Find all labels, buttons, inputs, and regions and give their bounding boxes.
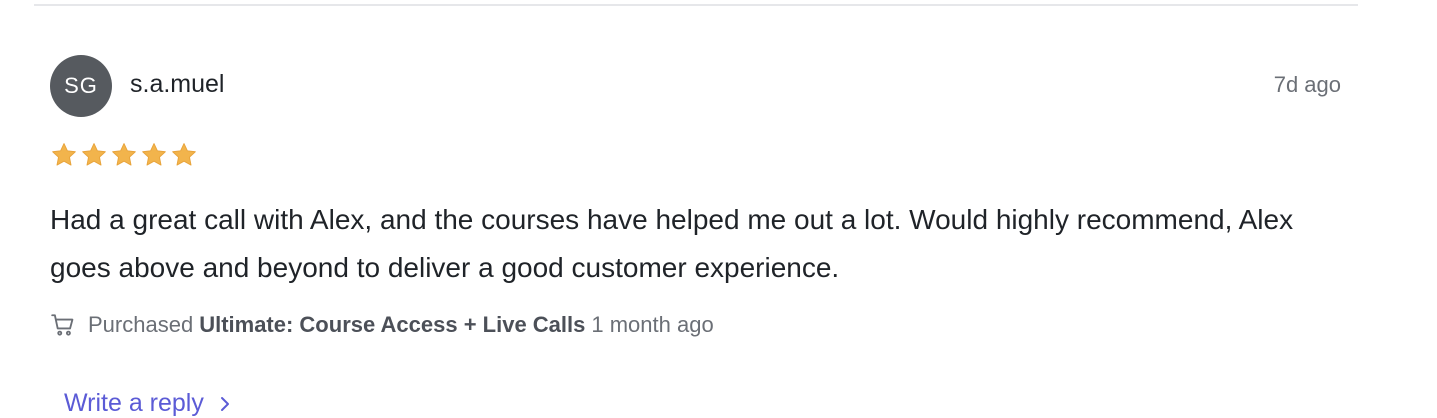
avatar-initials: SG bbox=[64, 73, 98, 98]
review-body: Had a great call with Alex, and the cour… bbox=[50, 204, 1294, 283]
star-icon bbox=[110, 141, 138, 169]
reviewer-name[interactable]: s.a.muel bbox=[130, 70, 224, 99]
cart-icon bbox=[50, 312, 76, 338]
star-icon bbox=[80, 141, 108, 169]
star-icon bbox=[50, 141, 78, 169]
purchase-info: Purchased Ultimate: Course Access + Live… bbox=[50, 312, 714, 338]
chevron-right-icon bbox=[218, 393, 232, 415]
star-icon bbox=[170, 141, 198, 169]
purchase-prefix: Purchased bbox=[88, 312, 194, 337]
top-divider bbox=[34, 4, 1358, 6]
star-icon bbox=[140, 141, 168, 169]
purchased-product: Ultimate: Course Access + Live Calls bbox=[199, 312, 586, 337]
avatar: SG bbox=[50, 55, 112, 117]
star-rating bbox=[50, 141, 198, 169]
review-timestamp: 7d ago bbox=[1273, 72, 1341, 97]
purchase-time: 1 month ago bbox=[591, 312, 714, 337]
